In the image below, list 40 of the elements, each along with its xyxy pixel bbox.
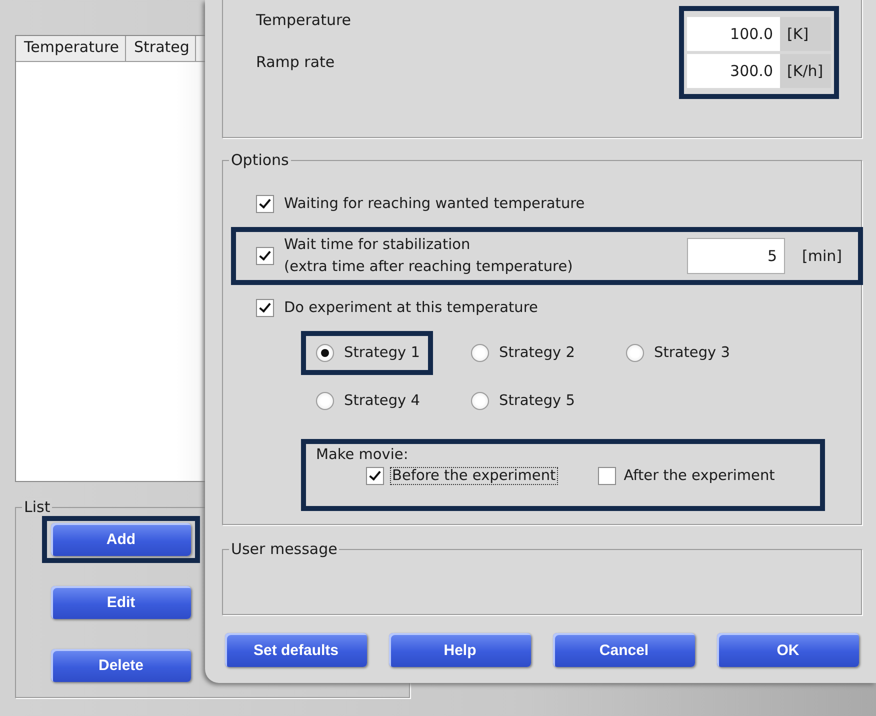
field-label: Ramp rate: [256, 53, 336, 71]
checkbox[interactable]: [366, 467, 384, 485]
radio-button[interactable]: [471, 392, 489, 410]
unit-label: [K]: [786, 25, 809, 43]
dialog-button[interactable]: Help: [389, 633, 531, 667]
field-label: Temperature: [256, 11, 352, 29]
list-button[interactable]: Delete: [51, 649, 191, 682]
unit-label: [K/h]: [786, 62, 824, 80]
checkbox-label: Before the experiment: [390, 467, 558, 485]
checkbox[interactable]: [256, 299, 274, 317]
number-field[interactable]: 5: [687, 238, 785, 274]
unit-label: [min]: [801, 247, 842, 265]
dialog-button[interactable]: Set defaults: [225, 633, 367, 667]
number-field[interactable]: 300.0: [687, 54, 780, 88]
section-label: Make movie:: [316, 447, 408, 463]
checkbox[interactable]: [256, 247, 274, 265]
group-title: User message: [229, 540, 340, 558]
checkbox-label: Waiting for reaching wanted temperature: [284, 196, 585, 212]
radio-button[interactable]: [316, 392, 334, 410]
radio-button[interactable]: [626, 344, 644, 362]
dialog-button[interactable]: OK: [717, 633, 859, 667]
radio-label: Strategy 5: [499, 393, 575, 409]
radio-label: Strategy 4: [344, 393, 420, 409]
list-button[interactable]: Add: [51, 523, 191, 556]
list-button[interactable]: Edit: [51, 586, 191, 619]
column-header[interactable]: Strateg: [126, 36, 196, 61]
radio-label: Strategy 2: [499, 345, 575, 361]
radio-button[interactable]: [316, 344, 334, 362]
radio-button[interactable]: [471, 344, 489, 362]
checkbox[interactable]: [598, 467, 616, 485]
checkbox-label: Wait time for stabilization (extra time after reaching temperature): [284, 236, 573, 277]
checkbox-label: After the experiment: [622, 467, 776, 485]
radio-label: Strategy 3: [654, 345, 730, 361]
number-field[interactable]: 100.0: [687, 17, 780, 51]
dialog-button[interactable]: Cancel: [553, 633, 695, 667]
checkbox-label: Do experiment at this temperature: [284, 300, 538, 316]
column-header[interactable]: Temperature: [16, 36, 126, 61]
checkbox[interactable]: [256, 195, 274, 213]
radio-label: Strategy 1: [344, 345, 420, 361]
group-title: Options: [229, 151, 291, 169]
